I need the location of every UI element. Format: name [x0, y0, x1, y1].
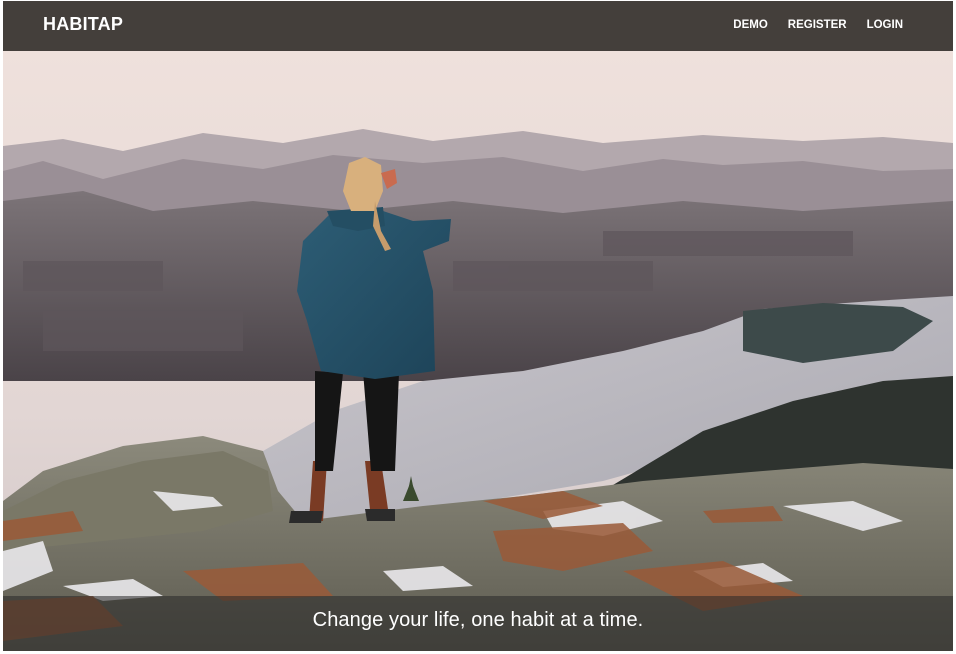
hero-background-image [3, 51, 953, 651]
top-navbar: HABITAP DEMO REGISTER LOGIN [3, 1, 953, 51]
hero-tagline: Change your life, one habit at a time. [312, 609, 644, 631]
nav-links: DEMO REGISTER LOGIN [733, 19, 903, 31]
hero-section [3, 51, 953, 651]
brand-logo[interactable]: HABITAP [43, 14, 123, 35]
nav-link-login[interactable]: LOGIN [867, 19, 903, 31]
tagline-bar: Change your life, one habit at a time. [3, 596, 953, 651]
page-frame: HABITAP DEMO REGISTER LOGIN Change your … [3, 1, 953, 651]
nav-link-demo[interactable]: DEMO [733, 19, 768, 31]
nav-link-register[interactable]: REGISTER [788, 19, 847, 31]
